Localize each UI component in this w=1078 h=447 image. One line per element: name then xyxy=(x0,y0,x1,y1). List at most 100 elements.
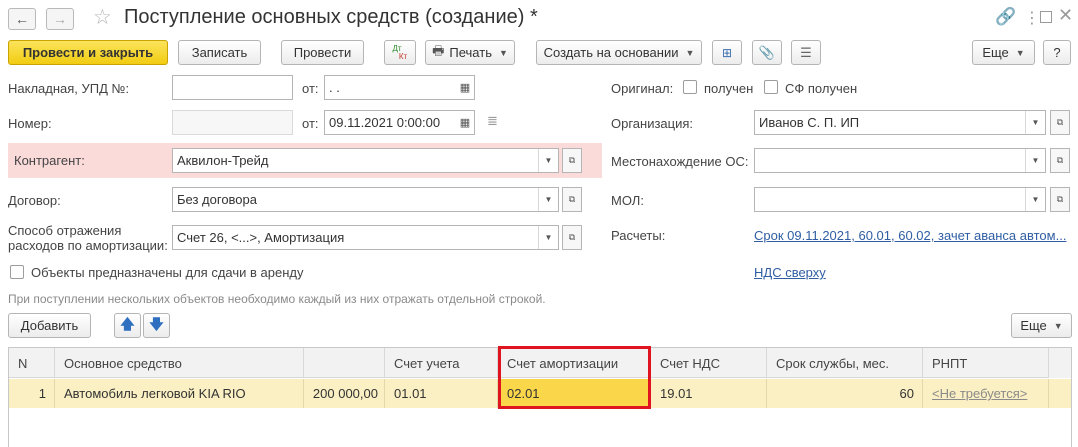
invoice-label: Накладная, УПД №: xyxy=(8,81,130,96)
open-mol-button[interactable]: ⧉ xyxy=(1050,187,1070,212)
invoice-date-field[interactable]: . . ▦ xyxy=(324,75,475,100)
calendar-icon[interactable]: ▦ xyxy=(456,76,474,99)
amortization-method-field[interactable]: Счет 26, <...>, Амортизация ▼ xyxy=(172,225,559,250)
arrow-left-icon: ← xyxy=(15,11,29,27)
save-label: Записать xyxy=(191,45,248,60)
back-button[interactable]: ← xyxy=(8,8,36,30)
chevron-down-icon[interactable]: ▼ xyxy=(538,149,558,172)
chevron-down-icon: ▼ xyxy=(685,47,695,58)
chevron-down-icon[interactable]: ▼ xyxy=(538,226,558,249)
more-vertical-icon[interactable]: ⋮ xyxy=(1024,8,1040,28)
save-button[interactable]: Записать xyxy=(178,40,261,65)
settlements-link[interactable]: Срок 09.11.2021, 60.01, 60.02, зачет ава… xyxy=(754,228,1070,243)
create-based-on-label: Создать на основании xyxy=(543,45,679,60)
arrow-right-icon: → xyxy=(53,11,67,27)
post-and-close-button[interactable]: Провести и закрыть xyxy=(8,40,168,65)
report-button[interactable]: ☰ xyxy=(791,40,821,65)
col-header-account[interactable]: Счет учета xyxy=(385,348,498,378)
sf-received-checkbox[interactable] xyxy=(764,80,778,94)
cell-n[interactable]: 1 xyxy=(9,379,55,408)
mol-field[interactable]: ▼ xyxy=(754,187,1046,212)
amortization-label: Способ отражения расходов по амортизации… xyxy=(8,223,168,253)
table-more-button[interactable]: Еще ▼ xyxy=(1011,313,1072,338)
open-icon: ⧉ xyxy=(1056,194,1064,204)
organization-value: Иванов С. П. ИП xyxy=(759,115,860,130)
vat-link[interactable]: НДС сверху xyxy=(754,265,826,280)
col-header-vat-account[interactable]: Счет НДС xyxy=(651,348,767,378)
open-counterparty-button[interactable]: ⧉ xyxy=(562,148,582,173)
kt-label: Кт xyxy=(398,51,408,61)
arrow-up-icon: 🡅 xyxy=(120,315,135,332)
organization-field[interactable]: Иванов С. П. ИП ▼ xyxy=(754,110,1046,135)
open-organization-button[interactable]: ⧉ xyxy=(1050,110,1070,135)
move-down-button[interactable]: 🡇 xyxy=(143,313,170,338)
amortization-label-line1: Способ отражения xyxy=(8,223,122,238)
forward-button[interactable]: → xyxy=(46,8,74,30)
date-from-label: от: xyxy=(302,116,319,131)
close-icon[interactable]: ✕ xyxy=(1058,5,1073,26)
cell-rnpt[interactable]: <Не требуется> xyxy=(923,379,1049,408)
chevron-down-icon[interactable]: ▼ xyxy=(1025,149,1045,172)
cell-asset[interactable]: Автомобиль легковой KIA RIO xyxy=(55,379,304,408)
col-header-life[interactable]: Срок службы, мес. xyxy=(767,348,923,378)
open-icon: ⧉ xyxy=(1056,155,1064,165)
invoice-number-field[interactable] xyxy=(172,75,293,100)
received-label: получен xyxy=(704,81,754,96)
invoice-date-value: . . xyxy=(329,80,340,95)
dt-kt-button[interactable]: Дт Кт xyxy=(384,40,416,65)
chevron-down-icon: ▼ xyxy=(1015,47,1025,58)
contract-field[interactable]: Без договора ▼ xyxy=(172,187,559,212)
open-amortization-button[interactable]: ⧉ xyxy=(562,225,582,250)
chevron-down-icon: ▼ xyxy=(498,47,508,58)
col-header-n[interactable]: N xyxy=(9,348,55,378)
counterparty-label: Контрагент: xyxy=(14,153,85,168)
original-label: Оригинал: xyxy=(611,81,674,96)
cell-account[interactable]: 01.01 xyxy=(385,379,498,408)
open-contract-button[interactable]: ⧉ xyxy=(562,187,582,212)
calendar-icon[interactable]: ▦ xyxy=(456,111,474,134)
maximize-icon[interactable] xyxy=(1040,11,1052,23)
cell-amount[interactable]: 200 000,00 xyxy=(304,379,385,408)
attachments-button[interactable]: 📎 xyxy=(752,40,782,65)
number-label: Номер: xyxy=(8,116,52,131)
open-location-button[interactable]: ⧉ xyxy=(1050,148,1070,173)
add-button[interactable]: Добавить xyxy=(8,313,91,338)
col-header-amount[interactable] xyxy=(304,348,385,378)
printer-icon: 🖶 xyxy=(432,42,445,58)
counterparty-field[interactable]: Аквилон-Трейд ▼ xyxy=(172,148,559,173)
col-header-asset[interactable]: Основное средство xyxy=(55,348,304,378)
location-field[interactable]: ▼ xyxy=(754,148,1046,173)
print-button[interactable]: 🖶 Печать ▼ xyxy=(425,40,515,65)
col-header-rnpt[interactable]: РНПТ xyxy=(923,348,1049,378)
open-icon: ⧉ xyxy=(568,155,576,165)
lease-checkbox[interactable] xyxy=(10,265,24,279)
comment-icon[interactable]: ≣ xyxy=(487,113,498,129)
arrow-down-icon: 🡇 xyxy=(149,315,164,332)
print-label: Печать xyxy=(449,45,492,60)
cell-vat-account[interactable]: 19.01 xyxy=(651,379,767,408)
star-icon[interactable]: ☆ xyxy=(93,5,112,30)
open-icon: ⧉ xyxy=(568,194,576,204)
cell-life[interactable]: 60 xyxy=(767,379,923,408)
move-up-button[interactable]: 🡅 xyxy=(114,313,141,338)
settlements-label: Расчеты: xyxy=(611,228,666,243)
sf-received-label: СФ получен xyxy=(785,81,858,96)
help-label: ? xyxy=(1053,45,1061,60)
more-button[interactable]: Еще ▼ xyxy=(972,40,1035,65)
create-based-on-button[interactable]: Создать на основании ▼ xyxy=(536,40,702,65)
link-icon[interactable]: 🔗 xyxy=(995,7,1016,27)
help-button[interactable]: ? xyxy=(1043,40,1071,65)
number-field[interactable] xyxy=(172,110,293,135)
received-checkbox[interactable] xyxy=(683,80,697,94)
open-icon: ⧉ xyxy=(568,232,576,242)
structure-button[interactable]: ⊞ xyxy=(712,40,742,65)
chevron-down-icon[interactable]: ▼ xyxy=(1025,188,1045,211)
chevron-down-icon[interactable]: ▼ xyxy=(1025,111,1045,134)
post-and-close-label: Провести и закрыть xyxy=(22,45,154,60)
post-button[interactable]: Провести xyxy=(281,40,364,65)
chevron-down-icon[interactable]: ▼ xyxy=(538,188,558,211)
list-icon: ☰ xyxy=(800,44,812,60)
contract-label: Договор: xyxy=(8,193,61,208)
date-field[interactable]: 09.11.2021 0:00:00 ▦ xyxy=(324,110,475,135)
paperclip-icon: 📎 xyxy=(758,44,776,60)
